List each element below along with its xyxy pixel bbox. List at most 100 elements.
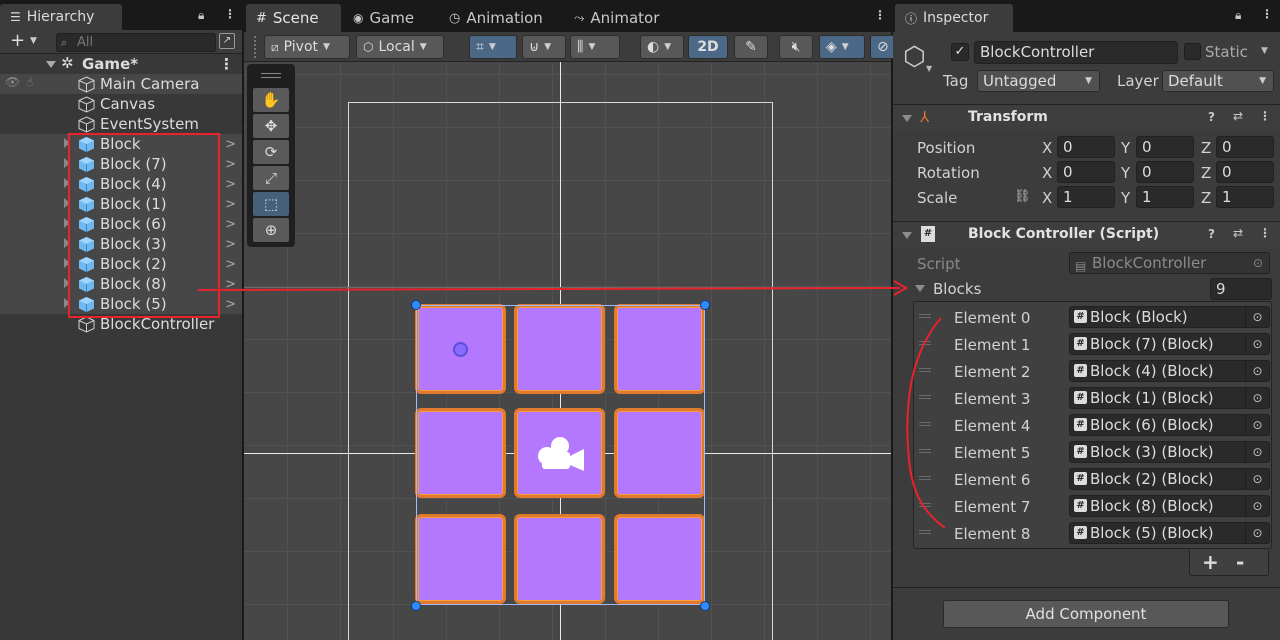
palette-grip[interactable] <box>261 73 281 78</box>
chevron-right-icon[interactable]: > <box>225 177 236 192</box>
axis-z-label[interactable]: Z <box>1201 139 1211 157</box>
chevron-down-icon[interactable]: ▼ <box>926 64 932 73</box>
axis-x-label[interactable]: X <box>1042 164 1052 182</box>
chevron-right-icon[interactable]: > <box>225 157 236 172</box>
presets-icon[interactable]: ⇄ <box>1233 226 1243 240</box>
rotation-y-field[interactable]: 0 <box>1136 161 1194 183</box>
effects-button[interactable]: ◈ ▼ <box>819 35 865 59</box>
hand-tool-button[interactable]: ✋ <box>253 88 289 112</box>
element-object-field[interactable]: # Block (3) (Block) ⊙ <box>1069 441 1270 463</box>
chevron-down-icon[interactable]: ▼ <box>1261 46 1268 56</box>
scene-viewport[interactable]: ✋ ✥ ⟳ ⤢ ⬚ ⊕ <box>244 62 891 640</box>
script-component-header[interactable]: # Block Controller (Script) ? ⇄ ⋮ <box>893 221 1280 247</box>
tab-inspector[interactable]: ⓘ Inspector <box>895 4 1013 32</box>
object-name-field[interactable]: BlockController <box>974 41 1178 64</box>
element-object-field[interactable]: # Block (4) (Block) ⊙ <box>1069 360 1270 382</box>
object-picker-icon[interactable]: ⊙ <box>1245 334 1269 354</box>
object-picker-icon[interactable]: ⊙ <box>1245 415 1269 435</box>
scale-x-field[interactable]: 1 <box>1057 186 1115 208</box>
element-object-field[interactable]: # Block (7) (Block) ⊙ <box>1069 333 1270 355</box>
chevron-right-icon[interactable]: > <box>225 217 236 232</box>
add-component-button[interactable]: Add Component <box>943 600 1229 628</box>
axis-y-label[interactable]: Y <box>1121 139 1130 157</box>
rect-handle[interactable] <box>411 601 421 611</box>
chevron-right-icon[interactable]: > <box>225 257 236 272</box>
scale-z-field[interactable]: 1 <box>1216 186 1274 208</box>
scene-root-row[interactable]: ✲ Game* ⋮ <box>0 54 242 74</box>
lock-icon[interactable]: 🔒︎ <box>1235 8 1241 23</box>
object-picker-icon[interactable]: ⊙ <box>1245 361 1269 381</box>
fold-down-icon[interactable] <box>902 115 912 122</box>
grid-snap-button[interactable]: ⌗ ▼ <box>469 35 517 59</box>
rotate-tool-button[interactable]: ⟳ <box>253 140 289 164</box>
hierarchy-item[interactable]: EventSystem <box>0 114 242 134</box>
add-icon[interactable]: + <box>10 30 25 51</box>
element-object-field[interactable]: # Block (6) (Block) ⊙ <box>1069 414 1270 436</box>
more-menu-icon[interactable]: ⋮ <box>1261 7 1273 21</box>
shading-mode-button[interactable]: ◐ ▼ <box>640 35 684 59</box>
link-off-icon[interactable]: ⛓ <box>1014 189 1031 204</box>
more-menu-icon[interactable]: ⋮ <box>224 7 236 21</box>
axis-z-label[interactable]: Z <box>1201 189 1211 207</box>
element-object-field[interactable]: # Block (8) (Block) ⊙ <box>1069 495 1270 517</box>
axis-y-label[interactable]: Y <box>1121 164 1130 182</box>
transform-tool-button[interactable]: ⊕ <box>253 218 289 242</box>
move-tool-button[interactable]: ✥ <box>253 114 289 138</box>
tab-game[interactable]: ◉ Game <box>343 4 424 32</box>
layer-dropdown[interactable]: Default <box>1162 70 1274 92</box>
position-z-field[interactable]: 0 <box>1216 136 1274 158</box>
fold-down-icon[interactable] <box>902 232 912 239</box>
object-picker-icon[interactable]: ⊙ <box>1245 523 1269 543</box>
chevron-right-icon[interactable]: > <box>225 137 236 152</box>
chevron-right-icon[interactable]: > <box>225 237 236 252</box>
blocks-size-field[interactable]: 9 <box>1210 278 1272 300</box>
rotation-snap-button[interactable]: ⫼ ▼ <box>570 35 620 59</box>
rotation-x-field[interactable]: 0 <box>1057 161 1115 183</box>
tab-animation[interactable]: ◷ Animation <box>439 4 553 32</box>
visibility-eye-icon[interactable]: 👁︎ <box>5 75 20 89</box>
scene-menu-icon[interactable]: ⋮ <box>219 55 234 73</box>
component-menu-icon[interactable]: ⋮ <box>1259 109 1271 123</box>
lighting-toggle[interactable]: ✎ <box>734 35 768 59</box>
help-icon[interactable]: ? <box>1208 227 1215 241</box>
tab-hierarchy[interactable]: ☰ Hierarchy <box>0 4 122 30</box>
fold-down-icon[interactable] <box>46 61 56 68</box>
add-element-button[interactable]: + <box>1202 550 1219 574</box>
pivot-icon[interactable] <box>453 342 468 357</box>
object-picker-icon[interactable]: ⊙ <box>1245 442 1269 462</box>
tag-dropdown[interactable]: Untagged <box>977 70 1100 92</box>
axis-x-label[interactable]: X <box>1042 139 1052 157</box>
increment-snap-button[interactable]: ⊍ ▼ <box>522 35 566 59</box>
component-menu-icon[interactable]: ⋮ <box>1259 226 1271 240</box>
chevron-right-icon[interactable]: > <box>225 197 236 212</box>
drag-handle[interactable] <box>254 36 257 58</box>
hierarchy-item[interactable]: Canvas <box>0 94 242 114</box>
object-picker-icon[interactable]: ⊙ <box>1245 388 1269 408</box>
tab-animator[interactable]: ⤳ Animator <box>564 4 669 32</box>
scene-more-icon[interactable]: ⋮ <box>874 8 886 22</box>
local-dropdown[interactable]: ⬡ Local ▼ <box>356 35 444 59</box>
pivot-dropdown[interactable]: ⧄ Pivot ▼ <box>264 35 350 59</box>
help-icon[interactable]: ? <box>1208 110 1215 124</box>
static-checkbox[interactable] <box>1184 43 1201 60</box>
search-input[interactable]: ⌕ All <box>56 33 216 52</box>
rect-handle[interactable] <box>700 601 710 611</box>
element-object-field[interactable]: # Block (Block) ⊙ <box>1069 306 1270 328</box>
rotation-z-field[interactable]: 0 <box>1216 161 1274 183</box>
element-object-field[interactable]: # Block (5) (Block) ⊙ <box>1069 522 1270 544</box>
tab-scene[interactable]: # Scene <box>246 4 341 32</box>
fold-down-icon[interactable] <box>915 285 925 292</box>
axis-y-label[interactable]: Y <box>1121 189 1130 207</box>
scale-y-field[interactable]: 1 <box>1136 186 1194 208</box>
2d-toggle-button[interactable]: 2D <box>688 35 728 59</box>
scene-visibility-icon[interactable]: ↗ <box>219 33 235 49</box>
position-y-field[interactable]: 0 <box>1136 136 1194 158</box>
hierarchy-item[interactable]: 👁︎ ☝︎ Main Camera <box>0 74 242 94</box>
pickable-hand-icon[interactable]: ☝︎ <box>26 75 33 89</box>
active-checkbox[interactable]: ✓ <box>951 43 969 61</box>
axis-z-label[interactable]: Z <box>1201 164 1211 182</box>
object-picker-icon[interactable]: ⊙ <box>1245 307 1269 327</box>
element-object-field[interactable]: # Block (2) (Block) ⊙ <box>1069 468 1270 490</box>
object-picker-icon[interactable]: ⊙ <box>1245 496 1269 516</box>
audio-toggle[interactable]: 🔇︎ <box>779 35 813 59</box>
